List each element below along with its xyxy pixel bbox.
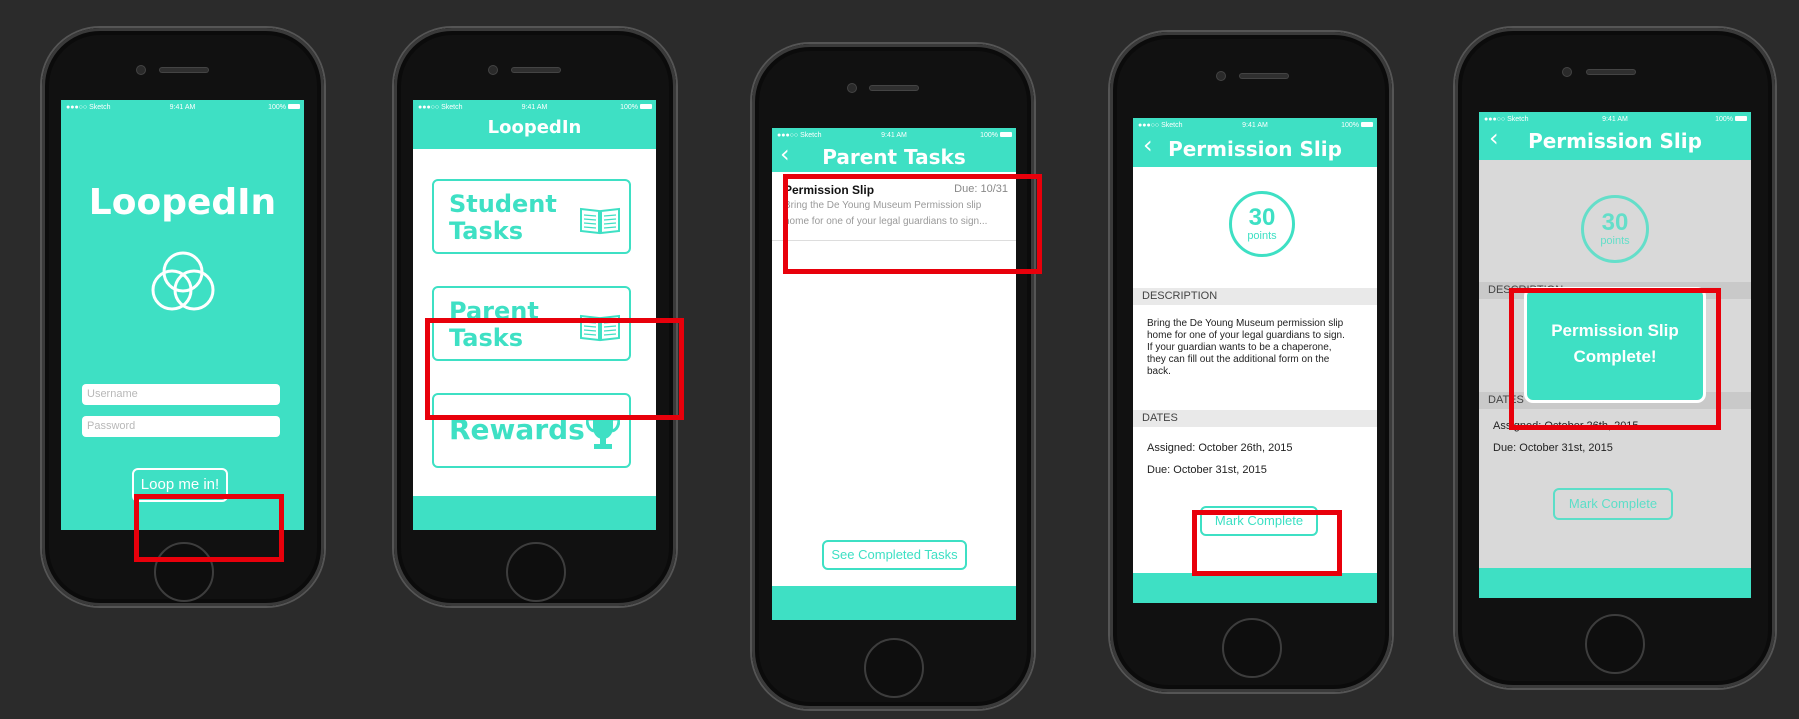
highlight-mark-complete bbox=[1192, 510, 1342, 576]
nav-title: Parent Tasks bbox=[822, 145, 966, 169]
phone-permission-slip: ●●●○○ Sketch 9:41 AM 100% ‹ Permission S… bbox=[1110, 32, 1392, 692]
due-date: Due: October 31st, 2015 bbox=[1493, 442, 1613, 454]
description-header: DESCRIPTION bbox=[1133, 288, 1377, 305]
status-bar: ●●●○○ Sketch 9:41 AM 100% bbox=[1479, 112, 1751, 126]
due-date: Due: October 31st, 2015 bbox=[1147, 464, 1267, 476]
battery-icon bbox=[288, 104, 300, 109]
battery-icon bbox=[1361, 122, 1373, 127]
highlight-login-button bbox=[134, 494, 284, 562]
description-line: back. bbox=[1147, 366, 1171, 377]
three-circles-logo-icon bbox=[151, 251, 215, 311]
student-tasks-button[interactable]: Student Tasks bbox=[432, 179, 631, 254]
battery-label: 100% bbox=[980, 132, 998, 139]
battery-icon bbox=[1000, 132, 1012, 137]
points-value: 30 bbox=[1601, 209, 1629, 236]
points-value: 30 bbox=[1248, 204, 1276, 231]
username-field[interactable]: Username bbox=[82, 384, 280, 405]
see-completed-tasks-button[interactable]: See Completed Tasks bbox=[822, 540, 967, 570]
home-screen: ●●●○○ Sketch 9:41 AM 100% LoopedIn Stude… bbox=[413, 100, 656, 530]
student-tasks-label-line2: Tasks bbox=[449, 217, 524, 245]
status-bar: ●●●○○ Sketch 9:41 AM 100% bbox=[413, 100, 656, 114]
nav-title: LoopedIn bbox=[487, 117, 582, 138]
footer-bar bbox=[413, 496, 656, 530]
navbar: ●●●○○ Sketch 9:41 AM 100% ‹ Permission S… bbox=[1133, 118, 1377, 167]
phone-home: ●●●○○ Sketch 9:41 AM 100% LoopedIn Stude… bbox=[394, 28, 676, 606]
footer-bar bbox=[772, 586, 1016, 620]
points-label: points bbox=[1600, 235, 1630, 247]
navbar: ●●●○○ Sketch 9:41 AM 100% ‹ Permission S… bbox=[1479, 112, 1751, 160]
description-text: Bring the De Young Museum permission sli… bbox=[1147, 318, 1345, 378]
battery-icon bbox=[1735, 116, 1747, 121]
battery-icon bbox=[640, 104, 652, 109]
footer-bar bbox=[1479, 568, 1751, 598]
battery-label: 100% bbox=[620, 104, 638, 111]
status-bar: ●●●○○ Sketch 9:41 AM 100% bbox=[772, 128, 1016, 142]
login-screen: ●●●○○ Sketch 9:41 AM 100% LoopedIn Usern… bbox=[61, 100, 304, 530]
battery-label: 100% bbox=[1715, 116, 1733, 123]
points-label: points bbox=[1247, 230, 1277, 242]
points-badge: 30 points bbox=[1581, 195, 1649, 263]
status-bar: ●●●○○ Sketch 9:41 AM 100% bbox=[61, 100, 304, 114]
status-bar: ●●●○○ Sketch 9:41 AM 100% bbox=[1133, 118, 1377, 132]
description-line: If your guardian wants to be a chaperone… bbox=[1147, 342, 1332, 353]
description-line: they can fill out the additional form on… bbox=[1147, 354, 1330, 365]
phone-parent-tasks: ●●●○○ Sketch 9:41 AM 100% ‹ Parent Tasks… bbox=[752, 44, 1034, 709]
battery-label: 100% bbox=[268, 104, 286, 111]
highlight-completion-modal bbox=[1509, 288, 1721, 430]
navbar: ●●●○○ Sketch 9:41 AM 100% ‹ Parent Tasks bbox=[772, 128, 1016, 172]
highlight-task-item bbox=[783, 174, 1042, 274]
mark-complete-button: Mark Complete bbox=[1553, 488, 1673, 520]
assigned-date: Assigned: October 26th, 2015 bbox=[1147, 442, 1293, 454]
password-field[interactable]: Password bbox=[82, 416, 280, 437]
highlight-parent-tasks bbox=[425, 318, 684, 420]
dates-header: DATES bbox=[1133, 410, 1377, 427]
points-badge: 30 points bbox=[1229, 191, 1295, 257]
nav-title: Permission Slip bbox=[1168, 137, 1342, 161]
open-book-icon bbox=[580, 207, 620, 235]
description-line: Bring the De Young Museum permission sli… bbox=[1147, 318, 1344, 329]
footer-bar bbox=[1133, 573, 1377, 603]
student-tasks-label-line1: Student bbox=[449, 190, 557, 218]
description-line: home for one of your legal guardians to … bbox=[1147, 330, 1345, 341]
time-label: 9:41 AM bbox=[1602, 116, 1628, 123]
nav-title: Permission Slip bbox=[1528, 129, 1702, 153]
navbar: ●●●○○ Sketch 9:41 AM 100% LoopedIn bbox=[413, 100, 656, 149]
battery-label: 100% bbox=[1341, 122, 1359, 129]
app-title: LoopedIn bbox=[88, 182, 277, 223]
